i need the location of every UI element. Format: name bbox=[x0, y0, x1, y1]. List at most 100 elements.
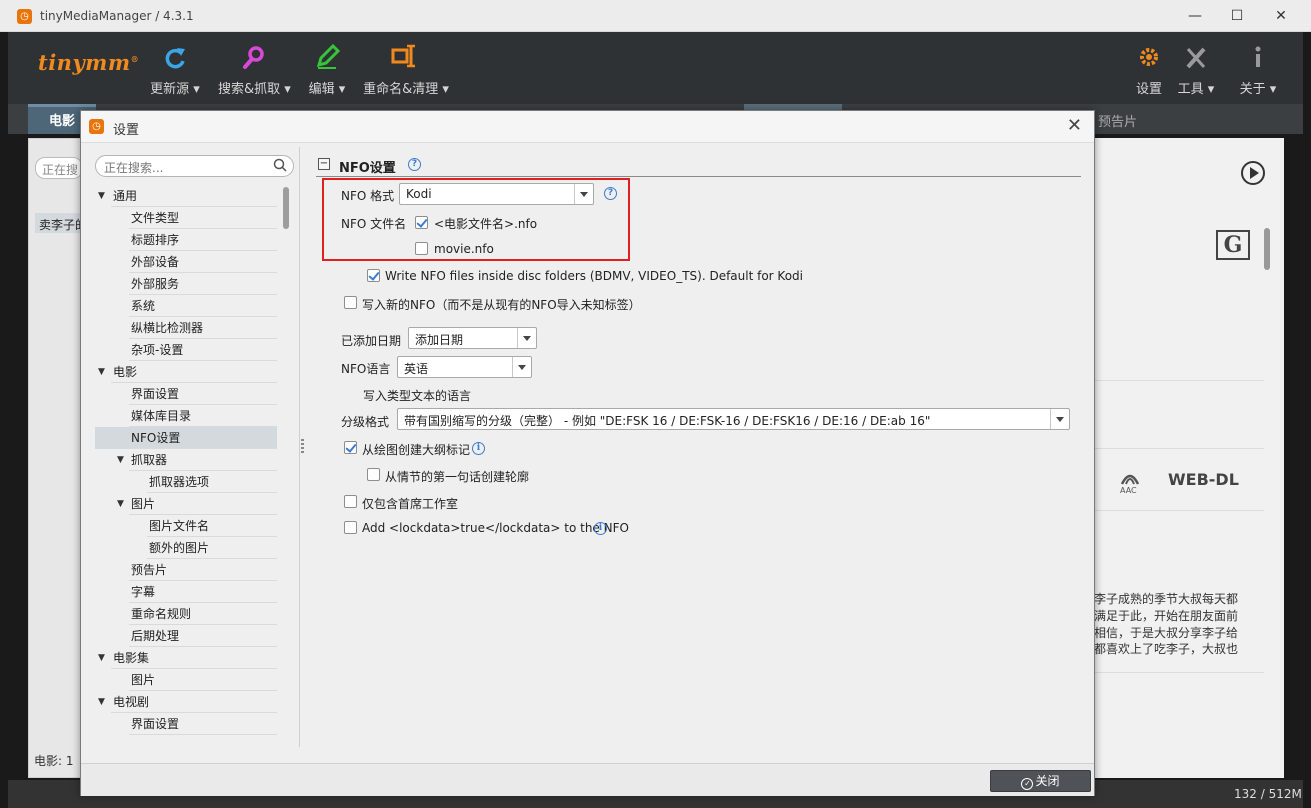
outline-from-plot-checkbox[interactable] bbox=[344, 441, 357, 454]
tree-item[interactable]: NFO设置 bbox=[95, 427, 277, 449]
tree-item[interactable]: 媒体库目录 bbox=[95, 405, 277, 427]
nfo-filename-movie-nfo-checkbox[interactable] bbox=[415, 242, 428, 255]
tree-item[interactable]: 重命名规则 bbox=[95, 603, 277, 625]
tree-item[interactable]: 抓取器选项 bbox=[95, 471, 277, 493]
tree-item[interactable]: 外部设备 bbox=[95, 251, 277, 273]
close-window-button[interactable]: ✕ bbox=[1259, 4, 1303, 28]
disc-folders-checkbox[interactable] bbox=[367, 269, 380, 282]
tree-item-label: NFO设置 bbox=[131, 431, 181, 445]
help-icon[interactable]: ? bbox=[604, 187, 617, 200]
settings-search-input[interactable]: 正在搜索... bbox=[95, 155, 294, 177]
tree-item-label: 电影 bbox=[113, 365, 138, 379]
refresh-icon bbox=[165, 48, 185, 69]
tree-item[interactable]: ▼ 图片 bbox=[95, 493, 277, 515]
dialog-close-icon[interactable]: ✕ bbox=[1067, 115, 1082, 136]
nfo-format-select[interactable]: Kodi bbox=[399, 183, 594, 205]
write-new-nfo-label: 写入新的NFO（而不是从现有的NFO导入未知标签） bbox=[362, 298, 641, 312]
tree-item[interactable]: 界面设置 bbox=[95, 713, 277, 735]
tree-item[interactable]: 额外的图片 bbox=[95, 537, 277, 559]
tree-item-label: 界面设置 bbox=[131, 387, 180, 401]
certification-select[interactable]: 带有国别缩写的分级（完整） - 例如 "DE:FSK 16 / DE:FSK-1… bbox=[397, 408, 1070, 430]
pencil-icon bbox=[316, 43, 341, 69]
tree-item[interactable]: 杂项-设置 bbox=[95, 339, 277, 361]
outline-first-sentence-checkbox[interactable] bbox=[367, 468, 380, 481]
tree-item[interactable]: 纵横比检测器 bbox=[95, 317, 277, 339]
tree-item-label: 界面设置 bbox=[131, 717, 180, 731]
tree-item[interactable]: ▼ 通用 bbox=[95, 185, 277, 207]
tree-item[interactable]: 外部服务 bbox=[95, 273, 277, 295]
tree-item[interactable]: 图片文件名 bbox=[95, 515, 277, 537]
expand-arrow-icon[interactable]: ▼ bbox=[98, 691, 105, 713]
tree-item-label: 图片 bbox=[131, 497, 156, 511]
search-scrape-button[interactable]: 搜索&抓取 ▾ bbox=[218, 40, 291, 97]
check-circle-icon: ✓ bbox=[1021, 778, 1034, 790]
movie-search-placeholder: 正在搜 bbox=[42, 163, 79, 177]
panel-splitter[interactable] bbox=[299, 147, 305, 747]
tree-item-label: 重命名规则 bbox=[131, 607, 192, 621]
chevron-down-icon bbox=[517, 328, 536, 348]
search-icon bbox=[243, 46, 264, 69]
maximize-button[interactable]: ☐ bbox=[1215, 4, 1259, 28]
lockdata-checkbox[interactable] bbox=[344, 521, 357, 534]
expand-arrow-icon[interactable]: ▼ bbox=[117, 493, 124, 515]
rename-icon bbox=[391, 44, 415, 68]
rename-clean-button[interactable]: 重命名&清理 ▾ bbox=[363, 40, 449, 97]
tree-item[interactable]: 图片 bbox=[95, 669, 277, 691]
update-source-button[interactable]: 更新源 ▾ bbox=[148, 40, 202, 97]
write-new-nfo-checkbox[interactable] bbox=[344, 296, 357, 309]
chevron-down-icon bbox=[574, 184, 593, 204]
detail-scrollbar[interactable] bbox=[1264, 228, 1270, 270]
about-button[interactable]: 关于 ▾ bbox=[1236, 40, 1280, 97]
outline-first-sentence-label: 从情节的第一句话创建轮廓 bbox=[385, 470, 530, 484]
plot-line-1: 李子成熟的季节大叔每天都 bbox=[1094, 592, 1239, 606]
expand-arrow-icon[interactable]: ▼ bbox=[98, 647, 105, 669]
rating-badge: G bbox=[1216, 230, 1250, 260]
expand-arrow-icon[interactable]: ▼ bbox=[98, 361, 105, 383]
tools-button[interactable]: 工具 ▾ bbox=[1174, 40, 1218, 97]
settings-button[interactable]: 设置 bbox=[1132, 40, 1166, 97]
tree-item-label: 系统 bbox=[131, 299, 156, 313]
tree-item[interactable]: 字幕 bbox=[95, 581, 277, 603]
info-icon[interactable]: i bbox=[594, 522, 607, 535]
tree-item[interactable]: ▼ 电影集 bbox=[95, 647, 277, 669]
dialog-footer: ✓ 关闭 bbox=[81, 763, 1094, 796]
main-toolbar: tinymm® 更新源 ▾ 搜索&抓取 ▾ 编辑 ▾ 重命名&清理 ▾ 设置 工… bbox=[8, 32, 1303, 104]
collapse-toggle[interactable]: − bbox=[318, 158, 330, 170]
tree-scrollbar[interactable] bbox=[282, 185, 290, 737]
edit-button[interactable]: 编辑 ▾ bbox=[306, 40, 348, 97]
info-icon[interactable]: i bbox=[472, 442, 485, 455]
tab-trailer[interactable]: 预告片 bbox=[1098, 111, 1137, 130]
wrench-icon bbox=[1186, 47, 1206, 69]
tree-item[interactable]: 界面设置 bbox=[95, 383, 277, 405]
close-button[interactable]: ✓ 关闭 bbox=[990, 770, 1091, 792]
nfo-filename-moviefile-label: <电影文件名>.nfo bbox=[434, 217, 538, 231]
play-icon[interactable] bbox=[1240, 160, 1266, 186]
tree-item[interactable]: ▼ 电影 bbox=[95, 361, 277, 383]
date-added-select[interactable]: 添加日期 bbox=[408, 327, 537, 349]
help-icon[interactable]: ? bbox=[408, 158, 421, 171]
tree-item[interactable]: ▼ 电视剧 bbox=[95, 691, 277, 713]
minimize-button[interactable]: — bbox=[1173, 4, 1217, 28]
dialog-title: 设置 bbox=[113, 123, 140, 138]
tree-item[interactable]: ▼ 抓取器 bbox=[95, 449, 277, 471]
tree-item[interactable]: 后期处理 bbox=[95, 625, 277, 647]
nfo-language-select[interactable]: 英语 bbox=[397, 356, 532, 378]
expand-arrow-icon[interactable]: ▼ bbox=[117, 449, 124, 471]
settings-tree: ▼ 通用 文件类型 标题排序 外部设备 外部服务 系统 纵横比检测器 杂项-设置 ▼ 电影 界面设置媒… bbox=[95, 185, 277, 737]
plot-line-3: 相信，于是大叔分享李子给 bbox=[1094, 626, 1239, 640]
nfo-filename-moviefile-checkbox[interactable] bbox=[415, 216, 428, 229]
tree-item[interactable]: 标题排序 bbox=[95, 229, 277, 251]
disc-folders-label: Write NFO files inside disc folders (BDM… bbox=[385, 269, 803, 283]
certification-label: 分级格式 bbox=[341, 415, 390, 429]
tree-item-label: 额外的图片 bbox=[149, 541, 210, 555]
tree-item-label: 杂项-设置 bbox=[131, 343, 184, 357]
tree-item[interactable]: 文件类型 bbox=[95, 207, 277, 229]
first-studio-only-checkbox[interactable] bbox=[344, 495, 357, 508]
lockdata-label: Add <lockdata>true</lockdata> to the NFO bbox=[362, 521, 629, 535]
tree-item[interactable]: 系统 bbox=[95, 295, 277, 317]
tree-item[interactable]: 预告片 bbox=[95, 559, 277, 581]
expand-arrow-icon[interactable]: ▼ bbox=[98, 185, 105, 207]
tree-item-label: 抓取器 bbox=[131, 453, 168, 467]
chevron-down-icon bbox=[512, 357, 531, 377]
panel-title: NFO设置 bbox=[339, 161, 396, 176]
